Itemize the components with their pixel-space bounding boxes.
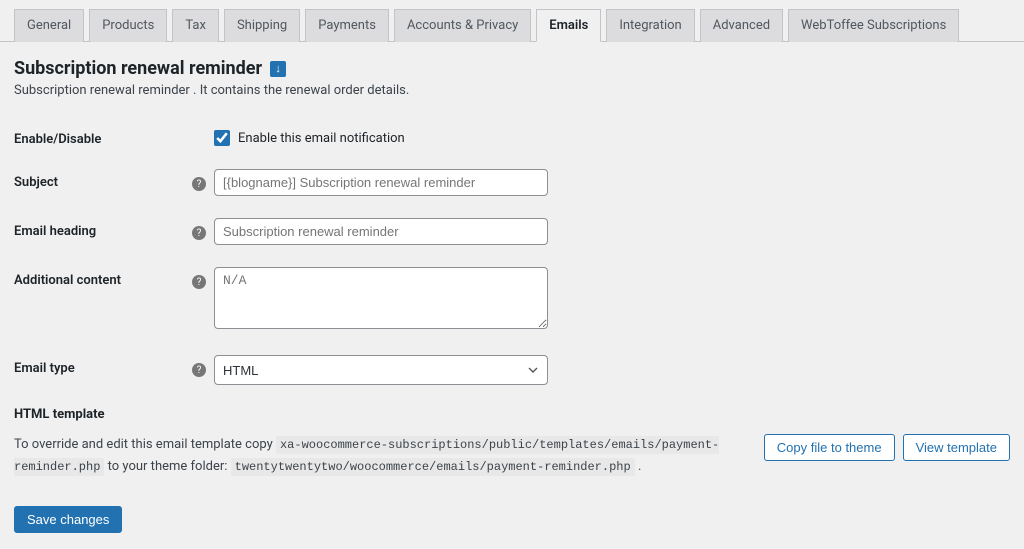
- tab-shipping[interactable]: Shipping: [224, 9, 300, 42]
- view-template-button[interactable]: View template: [903, 434, 1010, 461]
- tab-accounts-privacy[interactable]: Accounts & Privacy: [394, 9, 531, 42]
- additional-textarea[interactable]: [214, 267, 548, 329]
- template-section: HTML template To override and edit this …: [14, 407, 1010, 478]
- enable-label: Enable/Disable: [14, 126, 184, 147]
- tab-tax[interactable]: Tax: [172, 9, 219, 42]
- save-button[interactable]: Save changes: [14, 506, 122, 533]
- email-type-label: Email type: [14, 355, 184, 376]
- enable-checkbox-text: Enable this email notification: [238, 131, 405, 146]
- heading-label: Email heading: [14, 218, 184, 239]
- page-description: Subscription renewal reminder . It conta…: [14, 83, 1010, 98]
- template-actions: Copy file to theme View template: [764, 434, 1010, 461]
- heading-input[interactable]: [214, 218, 548, 245]
- tab-webtoffee-subscriptions[interactable]: WebToffee Subscriptions: [788, 9, 959, 42]
- template-dest-path: twentytwentytwo/woocommerce/emails/payme…: [231, 458, 635, 476]
- settings-content: Subscription renewal reminder ↓ Subscrip…: [0, 42, 1024, 549]
- additional-label: Additional content: [14, 267, 184, 288]
- tab-integration[interactable]: Integration: [606, 9, 694, 42]
- email-type-row: Email type ? HTML: [14, 355, 1010, 385]
- settings-form: Enable/Disable Enable this email notific…: [14, 126, 1010, 385]
- template-text: To override and edit this email template…: [14, 434, 744, 478]
- return-icon[interactable]: ↓: [270, 61, 286, 77]
- tab-products[interactable]: Products: [89, 9, 167, 42]
- copy-file-button[interactable]: Copy file to theme: [764, 434, 895, 461]
- subject-label: Subject: [14, 169, 184, 190]
- heading-row: Email heading ?: [14, 218, 1010, 245]
- additional-row: Additional content ?: [14, 267, 1010, 333]
- subject-input[interactable]: [214, 169, 548, 196]
- enable-checkbox-label[interactable]: Enable this email notification: [214, 126, 548, 146]
- enable-row: Enable/Disable Enable this email notific…: [14, 126, 1010, 147]
- template-heading: HTML template: [14, 407, 1010, 422]
- enable-checkbox[interactable]: [214, 130, 230, 146]
- email-type-select[interactable]: HTML: [214, 355, 548, 385]
- help-icon[interactable]: ?: [192, 363, 206, 377]
- tab-general[interactable]: General: [14, 9, 84, 42]
- page-title: Subscription renewal reminder ↓: [14, 58, 1010, 79]
- page-title-text: Subscription renewal reminder: [14, 58, 262, 79]
- help-icon[interactable]: ?: [192, 177, 206, 191]
- tab-advanced[interactable]: Advanced: [700, 9, 783, 42]
- help-icon[interactable]: ?: [192, 275, 206, 289]
- subject-row: Subject ?: [14, 169, 1010, 196]
- tab-payments[interactable]: Payments: [305, 9, 389, 42]
- settings-tabs: GeneralProductsTaxShippingPaymentsAccoun…: [0, 0, 1024, 42]
- help-icon[interactable]: ?: [192, 226, 206, 240]
- tab-emails[interactable]: Emails: [536, 9, 601, 42]
